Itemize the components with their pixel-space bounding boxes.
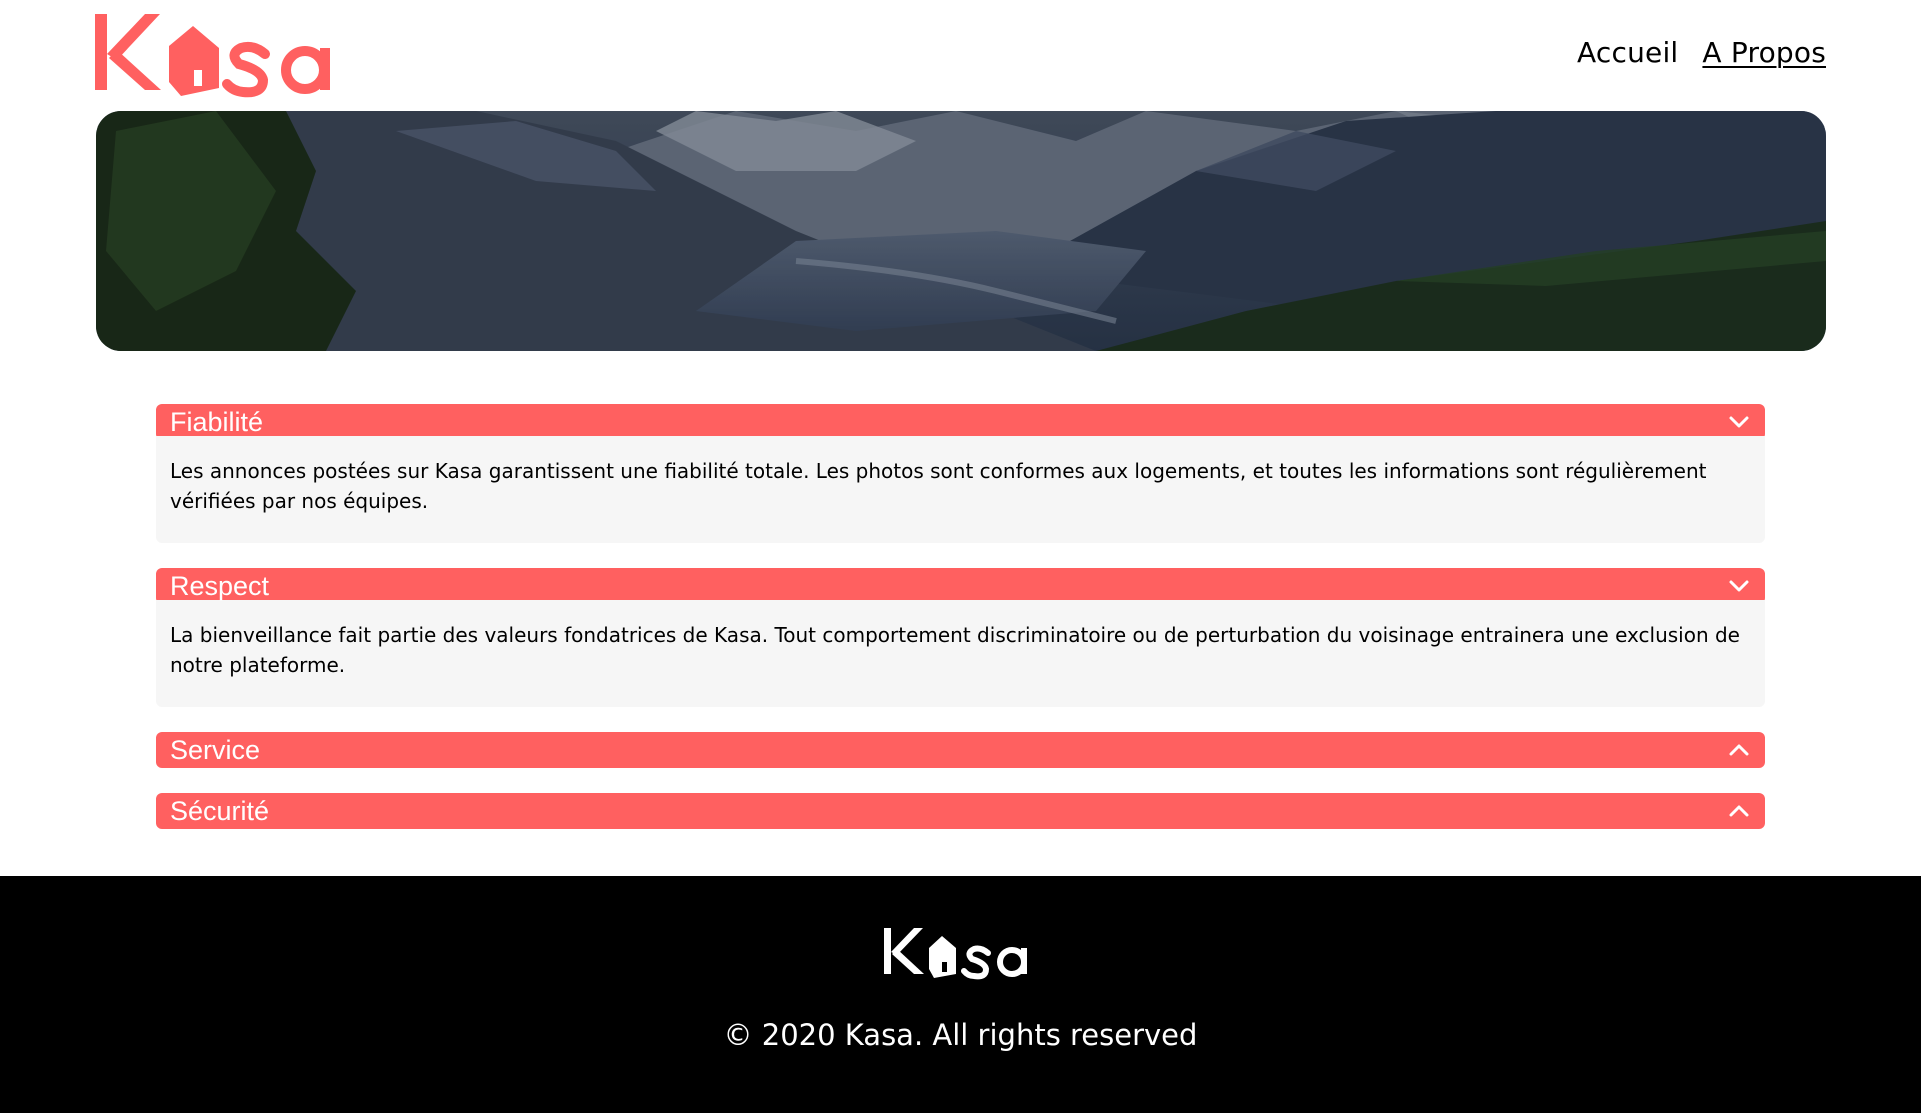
collapse-title: Service <box>170 734 261 765</box>
chevron-up-icon[interactable] <box>1727 738 1751 762</box>
main-nav: Accueil A Propos <box>1577 36 1826 69</box>
house-icon <box>169 26 219 96</box>
collapse-body-fiabilite: Les annonces postées sur Kasa garantisse… <box>156 436 1765 543</box>
collapse-header-service[interactable]: Service <box>156 732 1765 768</box>
kasa-logo[interactable] <box>95 8 355 98</box>
collapse-header-respect[interactable]: Respect <box>156 568 1765 604</box>
copyright-text: © 2020 Kasa. All rights reserved <box>723 1018 1198 1052</box>
collapse-text: Les annonces postées sur Kasa garantisse… <box>170 459 1707 513</box>
collapse-text: La bienveillance fait partie des valeurs… <box>170 623 1740 677</box>
nav-link-a-propos[interactable]: A Propos <box>1702 36 1826 69</box>
collapse-title: Respect <box>170 570 270 601</box>
collapse-securite: Sécurité <box>156 793 1765 829</box>
chevron-up-icon[interactable] <box>1727 799 1751 823</box>
mountain-landscape-image <box>96 111 1826 351</box>
site-header: Accueil A Propos <box>0 0 1921 110</box>
collapse-header-fiabilite[interactable]: Fiabilité <box>156 404 1765 440</box>
site-footer: © 2020 Kasa. All rights reserved <box>0 876 1921 1113</box>
footer-kasa-logo <box>884 924 1036 980</box>
house-icon <box>929 936 956 978</box>
nav-link-accueil[interactable]: Accueil <box>1577 36 1678 69</box>
footer-logo-graphic <box>884 928 1027 980</box>
about-collapses: Fiabilité Les annonces postées sur Kasa … <box>156 404 1765 854</box>
collapse-title: Fiabilité <box>170 406 264 437</box>
chevron-down-icon[interactable] <box>1727 410 1751 434</box>
collapse-respect: Respect La bienveillance fait partie des… <box>156 568 1765 707</box>
collapse-fiabilite: Fiabilité Les annonces postées sur Kasa … <box>156 404 1765 543</box>
hero-banner-image <box>96 111 1826 351</box>
collapse-service: Service <box>156 732 1765 768</box>
collapse-title: Sécurité <box>170 795 270 826</box>
collapse-body-respect: La bienveillance fait partie des valeurs… <box>156 600 1765 707</box>
kasa-logo-graphic <box>95 14 330 98</box>
chevron-down-icon[interactable] <box>1727 574 1751 598</box>
collapse-header-securite[interactable]: Sécurité <box>156 793 1765 829</box>
